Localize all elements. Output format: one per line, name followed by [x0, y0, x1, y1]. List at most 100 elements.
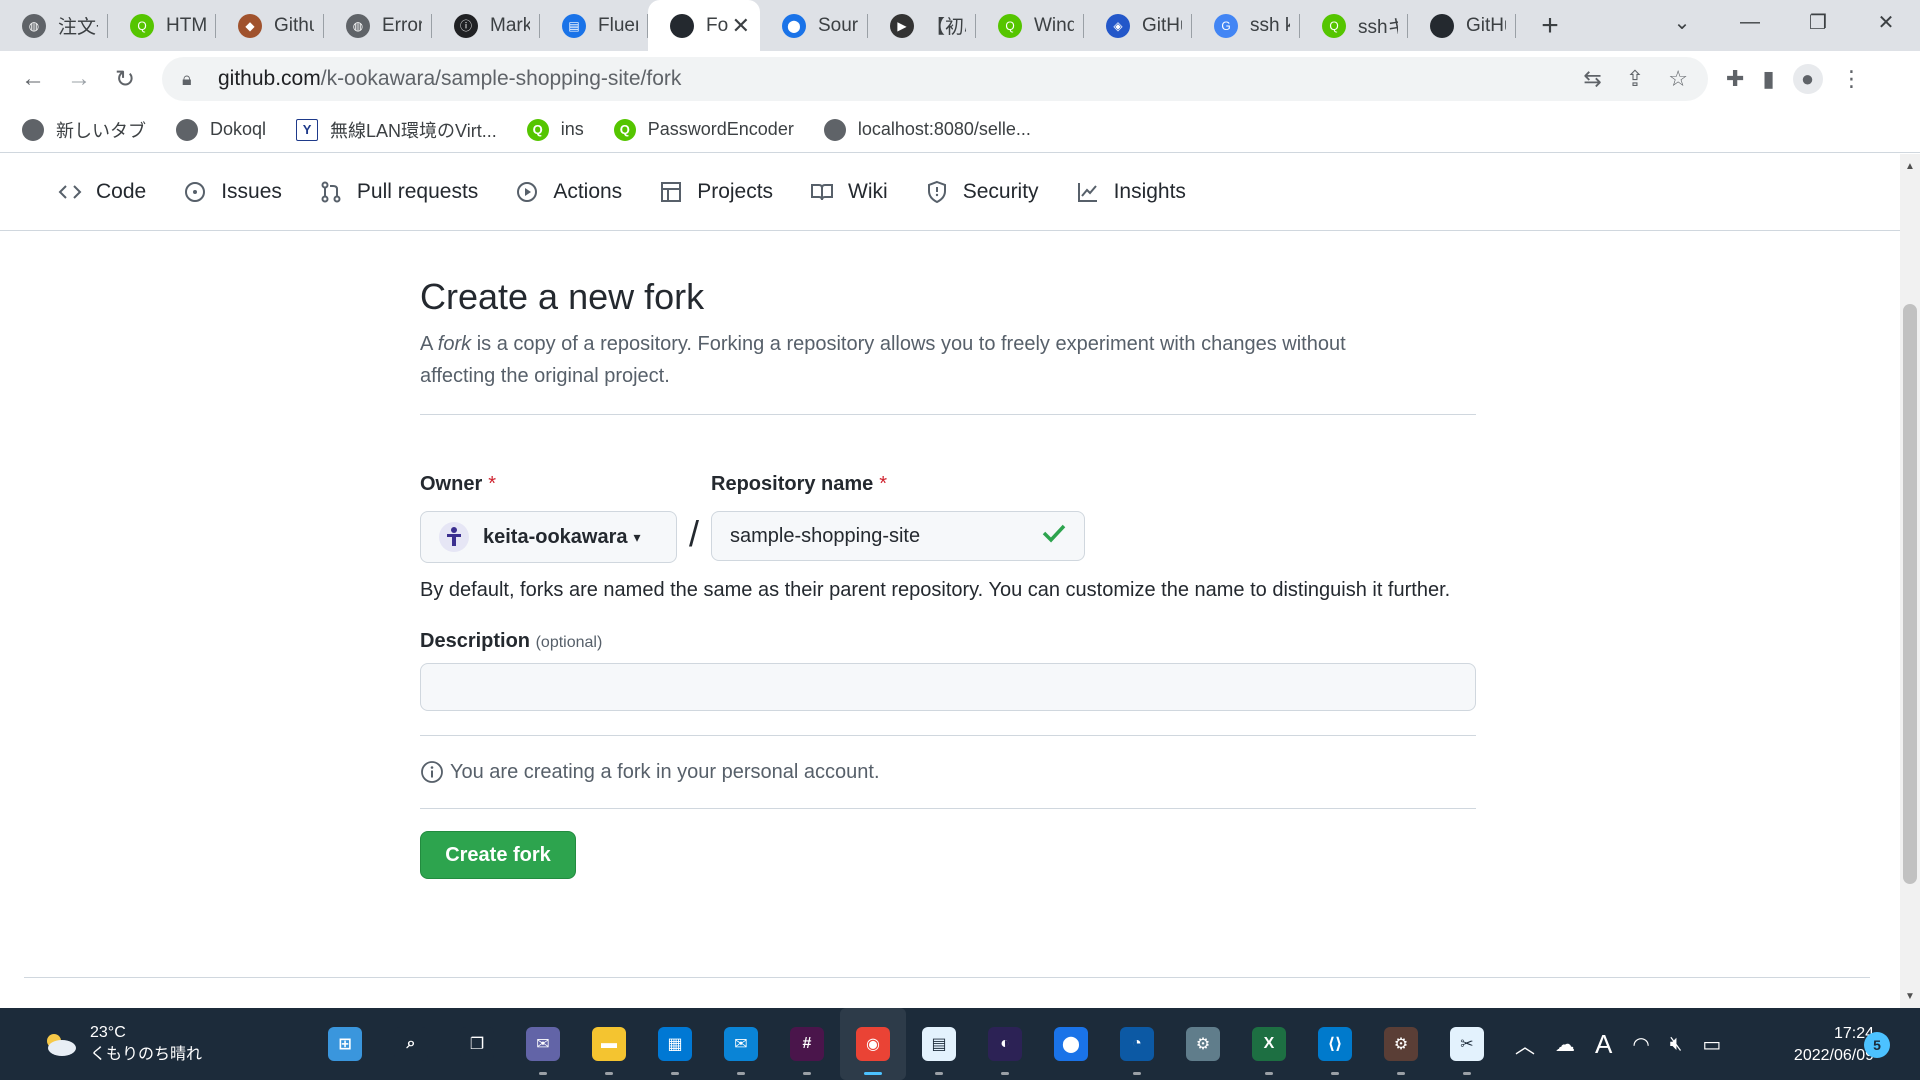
- share-icon[interactable]: ⇪: [1626, 66, 1644, 92]
- taskbar-task-view[interactable]: ❐: [444, 1008, 510, 1080]
- wifi-icon[interactable]: ◠: [1632, 1032, 1649, 1057]
- repo-tab-actions[interactable]: Actions: [515, 180, 622, 204]
- address-bar[interactable]: 🔒︎ github.com/k-ookawara/sample-shopping…: [162, 57, 1708, 101]
- taskbar-search[interactable]: ⌕: [378, 1008, 444, 1080]
- taskbar-start[interactable]: ⊞: [312, 1008, 378, 1080]
- profile-icon[interactable]: ●: [1792, 64, 1823, 94]
- taskbar-notepad[interactable]: ▤: [906, 1008, 972, 1080]
- browser-tab[interactable]: Fo ✕: [648, 0, 760, 51]
- taskbar-db-tool[interactable]: ⚙: [1368, 1008, 1434, 1080]
- repo-tab-wiki[interactable]: Wiki: [810, 180, 888, 204]
- browser-tab[interactable]: ◈ GitHu: [1084, 0, 1192, 51]
- repo-navigation: Code Issues Pull requests Actions Projects Wi…: [0, 154, 1900, 231]
- taskbar-vscode[interactable]: ⟨⟩: [1302, 1008, 1368, 1080]
- browser-tab[interactable]: Qsshキ: [1300, 0, 1408, 51]
- issue-icon: [185, 182, 206, 202]
- system-clock[interactable]: 17:24 2022/06/09: [1762, 1023, 1874, 1067]
- repo-tab-pull-requests[interactable]: Pull requests: [319, 180, 478, 204]
- browser-tab[interactable]: ◍ 注文一: [0, 0, 108, 51]
- side-panel-icon[interactable]: ▮: [1762, 66, 1774, 92]
- description-input[interactable]: [420, 663, 1476, 711]
- taskbar-file-explorer[interactable]: ▬: [576, 1008, 642, 1080]
- repo-tab-insights[interactable]: Insights: [1076, 180, 1186, 204]
- tab-title: 【初心: [926, 17, 966, 38]
- bookmark-item[interactable]: localhost:8080/selle...: [823, 118, 1031, 141]
- running-indicator: [864, 1072, 882, 1075]
- pull-request-icon: [321, 181, 341, 203]
- taskbar-mail[interactable]: ✉: [708, 1008, 774, 1080]
- repo-tab-label: Code: [96, 180, 147, 203]
- taskbar-edge[interactable]: ◔: [1104, 1008, 1170, 1080]
- chevron-up-icon[interactable]: ︿: [1515, 1030, 1535, 1059]
- repo-tab-projects[interactable]: Projects: [659, 180, 773, 204]
- taskbar-maps[interactable]: ⬤: [1038, 1008, 1104, 1080]
- bookmark-item[interactable]: Dokoql: [176, 118, 266, 141]
- browser-tab[interactable]: ⓘ Markd: [432, 0, 540, 51]
- restore-icon[interactable]: ❐: [1784, 0, 1852, 44]
- system-tray: ︿ ☁ A ◠ 🔇︎ ▭: [1515, 1008, 1721, 1080]
- weather-widget[interactable]: 23°C くもりのち晴れ: [42, 1022, 202, 1066]
- scrollbar-thumb[interactable]: [1903, 304, 1917, 884]
- taskbar-slack[interactable]: #: [774, 1008, 840, 1080]
- browser-tab[interactable]: ▤ Fluent: [540, 0, 648, 51]
- onedrive-cloud-icon[interactable]: ☁: [1555, 1032, 1575, 1057]
- repo-tab-security[interactable]: Security: [925, 180, 1039, 204]
- qiita-icon: Q: [1322, 13, 1346, 38]
- scroll-up-icon[interactable]: ▲: [1900, 156, 1920, 176]
- create-fork-button[interactable]: Create fork: [420, 831, 576, 879]
- browser-tab[interactable]: Gssh ke: [1192, 0, 1300, 51]
- bookmark-label: PasswordEncoder: [647, 119, 794, 139]
- browser-tab[interactable]: ▶ 【初心: [868, 0, 976, 51]
- bookmark-item[interactable]: Qins: [526, 118, 584, 141]
- taskbar-settings[interactable]: ⚙: [1170, 1008, 1236, 1080]
- lock-icon[interactable]: 🔒︎: [182, 69, 204, 90]
- bookmark-star-icon[interactable]: ☆: [1668, 66, 1688, 92]
- shield-icon: ◈: [1106, 13, 1130, 38]
- repo-tab-code[interactable]: Code: [58, 180, 146, 204]
- extensions-icon[interactable]: ✚: [1726, 66, 1744, 92]
- bookmark-item[interactable]: Q PasswordEncoder: [613, 118, 794, 141]
- browser-tab[interactable]: GitHu: [1408, 0, 1516, 51]
- browser-tab[interactable]: Q Windo: [976, 0, 1084, 51]
- folder-icon: ▬: [592, 1027, 626, 1061]
- browser-tab[interactable]: ◍ Error: [324, 0, 432, 51]
- minimize-icon[interactable]: —: [1716, 0, 1784, 44]
- new-tab-button[interactable]: +: [1526, 0, 1574, 51]
- notification-badge[interactable]: 5: [1864, 1032, 1890, 1058]
- close-window-icon[interactable]: ✕: [1852, 0, 1920, 44]
- menu-kebab-icon[interactable]: ⋮: [1841, 66, 1863, 92]
- fork-description-text: A fork is a copy of a repository. Forkin…: [420, 333, 1346, 387]
- back-icon[interactable]: ←: [10, 56, 56, 102]
- browser-tab[interactable]: Q HTML: [108, 0, 216, 51]
- repo-name-input[interactable]: sample-shopping-site: [711, 511, 1086, 561]
- taskbar-chrome[interactable]: ◉: [840, 1008, 906, 1080]
- page-scrollbar[interactable]: ▲ ▼: [1900, 154, 1920, 1008]
- battery-icon[interactable]: ▭: [1702, 1032, 1721, 1057]
- info-icon: [421, 761, 443, 783]
- taskbar-snipping[interactable]: ✂: [1434, 1008, 1500, 1080]
- bookmark-item[interactable]: Y 無線LAN環境のVirt...: [296, 117, 497, 143]
- gear-icon: ⚙: [1384, 1027, 1418, 1061]
- google-icon: G: [1214, 13, 1238, 38]
- forward-icon[interactable]: →: [56, 56, 102, 102]
- qiita-icon: Q: [130, 13, 154, 38]
- browser-tab[interactable]: ◆ Githu: [216, 0, 324, 51]
- browser-tab[interactable]: ⬤ Sourc: [760, 0, 868, 51]
- close-tab-icon[interactable]: ✕: [732, 13, 750, 39]
- ime-indicator[interactable]: A: [1595, 1029, 1612, 1060]
- scroll-down-icon[interactable]: ▼: [1900, 986, 1920, 1006]
- speaker-muted-icon[interactable]: 🔇︎: [1670, 1033, 1683, 1056]
- reload-icon[interactable]: ↻: [102, 56, 148, 102]
- bookmark-item[interactable]: 新しいタブ: [22, 117, 146, 143]
- taskbar-teams-chat[interactable]: ✉: [510, 1008, 576, 1080]
- taskbar-excel[interactable]: X: [1236, 1008, 1302, 1080]
- owner-select[interactable]: keita-ookawara ▾: [420, 511, 677, 563]
- required-marker: *: [488, 473, 497, 495]
- vscode-icon: ⟨⟩: [1318, 1027, 1352, 1061]
- translate-icon[interactable]: ⇆: [1583, 66, 1601, 92]
- taskbar-eclipse[interactable]: ◐: [972, 1008, 1038, 1080]
- clock-time: 17:24: [1833, 1025, 1874, 1042]
- taskbar-microsoft-store[interactable]: ▦: [642, 1008, 708, 1080]
- repo-tab-issues[interactable]: Issues: [183, 180, 282, 204]
- tab-search-icon[interactable]: ⌄: [1648, 0, 1716, 44]
